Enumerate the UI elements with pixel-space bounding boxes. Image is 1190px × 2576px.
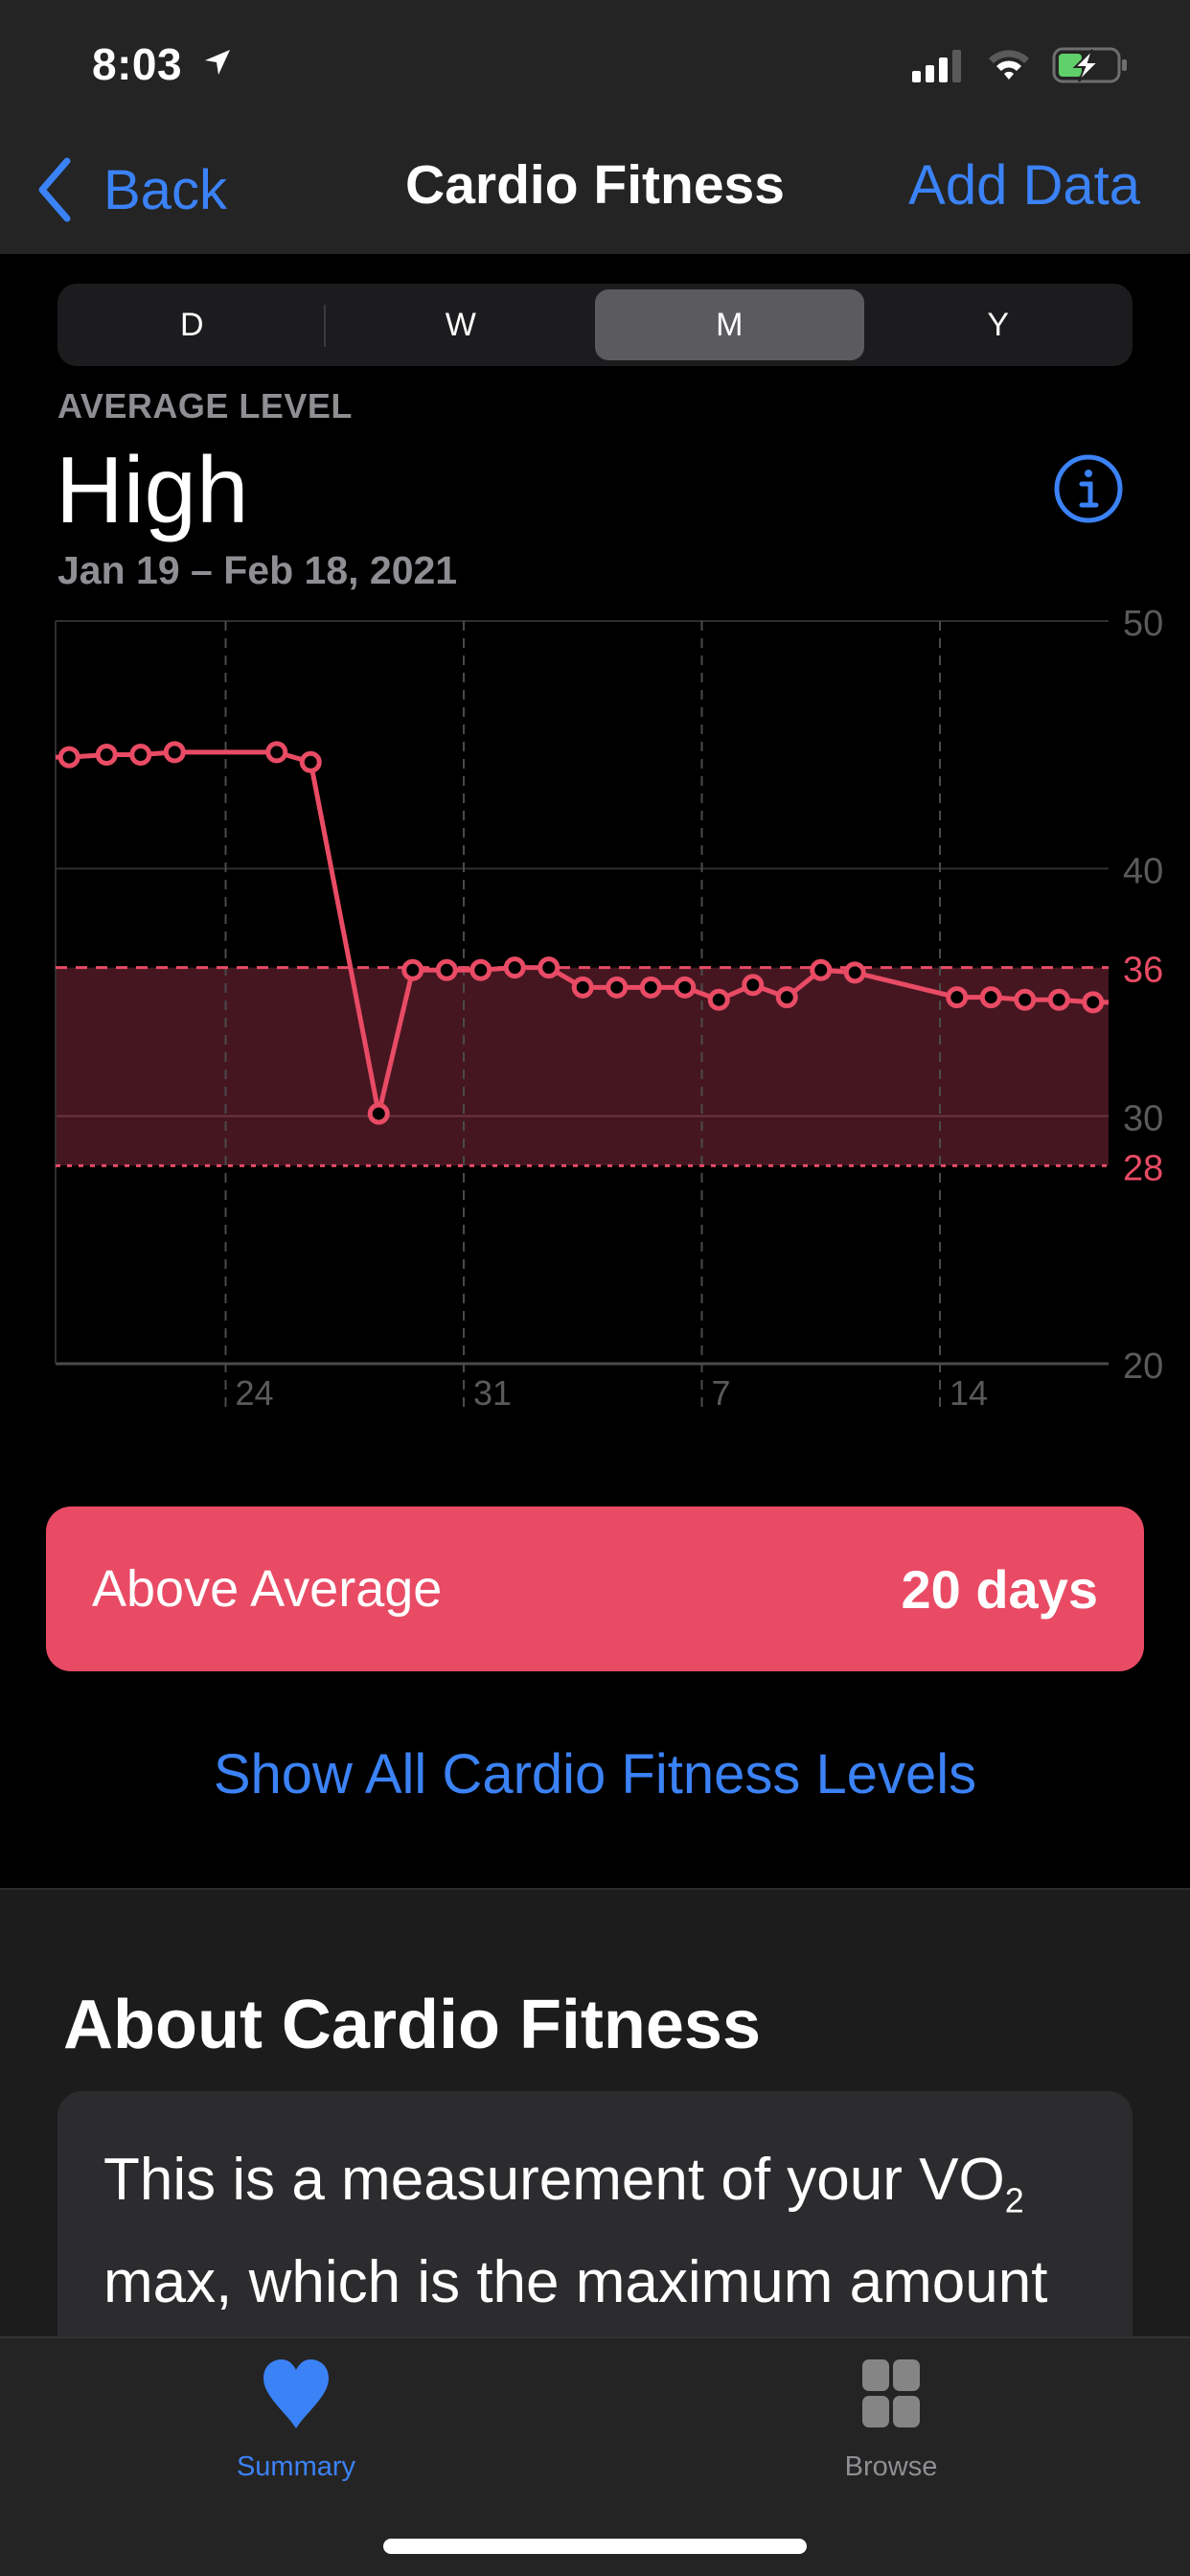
data-point [742, 974, 765, 997]
about-section: About Cardio Fitness This is a measureme… [0, 1888, 1190, 2474]
x-tick-label: 31 [473, 1373, 512, 1413]
data-point [606, 976, 629, 999]
y-tick-label: 20 [1123, 1346, 1163, 1387]
data-point [843, 961, 866, 984]
data-point [401, 958, 424, 981]
data-point [435, 958, 458, 981]
add-data-button[interactable]: Add Data [908, 153, 1140, 218]
level-days-value: 20 days [901, 1558, 1099, 1620]
segment-year[interactable]: Y [864, 284, 1133, 366]
segment-day[interactable]: D [57, 284, 327, 366]
about-title: About Cardio Fitness [63, 1987, 762, 2063]
band-lower-label: 28 [1123, 1148, 1163, 1188]
segment-month[interactable]: M [595, 289, 864, 360]
data-point [707, 988, 730, 1011]
data-point [775, 986, 798, 1009]
back-button[interactable]: Back [34, 151, 227, 228]
location-arrow-icon [205, 50, 230, 75]
show-all-levels-link[interactable]: Show All Cardio Fitness Levels [0, 1742, 1190, 1806]
about-text-subscript: 2 [1004, 2180, 1024, 2220]
data-point [538, 956, 561, 979]
data-point [129, 744, 152, 766]
y-tick-label: 30 [1123, 1099, 1163, 1139]
data-point [639, 976, 662, 999]
status-bar: 8:03 [0, 0, 1190, 125]
home-indicator [383, 2539, 807, 2554]
tab-summary-label: Summary [236, 2451, 356, 2482]
data-point [57, 746, 80, 769]
data-point [1082, 991, 1105, 1014]
average-level-label: AVERAGE LEVEL [57, 386, 353, 426]
level-label: Above Average [92, 1560, 443, 1618]
chart-svg: 20 30 40 50 24 31 7 14 36 28 [55, 604, 1163, 1413]
data-point [469, 958, 492, 981]
x-tick-label: 7 [712, 1373, 731, 1413]
data-point [163, 741, 186, 764]
grid-icon [862, 2359, 920, 2427]
wifi-icon [989, 50, 1029, 80]
x-tick-label: 14 [950, 1373, 988, 1413]
data-point [299, 750, 322, 773]
tab-browse[interactable]: Browse [795, 2358, 987, 2483]
segment-week[interactable]: W [327, 284, 596, 366]
battery-charging-icon [1052, 47, 1127, 83]
about-text-part: This is a measurement of your VO [103, 2147, 1005, 2213]
data-point [367, 1102, 390, 1125]
x-tick-label: 24 [236, 1373, 274, 1413]
data-point [571, 976, 594, 999]
data-point [1047, 988, 1070, 1011]
average-level-value: High [56, 437, 249, 542]
above-average-summary[interactable]: Above Average 20 days [46, 1506, 1144, 1671]
tab-summary[interactable]: Summary [200, 2358, 392, 2483]
y-tick-label: 50 [1123, 604, 1163, 644]
data-point [503, 956, 526, 979]
data-point [946, 986, 969, 1009]
data-point [979, 986, 1002, 1009]
status-time: 8:03 [92, 39, 183, 89]
tab-browse-label: Browse [844, 2451, 938, 2482]
data-point [1014, 988, 1037, 1011]
time-range-segmented-control: D W M Y [57, 284, 1133, 366]
data-point [810, 958, 833, 981]
data-point [95, 744, 118, 766]
y-tick-label: 40 [1123, 851, 1163, 891]
date-range: Jan 19 – Feb 18, 2021 [57, 548, 458, 592]
segment-divider [324, 305, 326, 347]
navigation-bar: Back Cardio Fitness Add Data [0, 125, 1190, 254]
heart-icon [263, 2359, 329, 2428]
back-label: Back [103, 158, 227, 221]
band-upper-label: 36 [1123, 951, 1163, 991]
cellular-signal-icon [912, 50, 961, 82]
chevron-left-icon [38, 157, 71, 222]
data-point [265, 741, 288, 764]
data-point [674, 976, 697, 999]
info-icon[interactable] [1052, 452, 1125, 525]
cardio-fitness-chart: 20 30 40 50 24 31 7 14 36 28 [0, 594, 1190, 1438]
